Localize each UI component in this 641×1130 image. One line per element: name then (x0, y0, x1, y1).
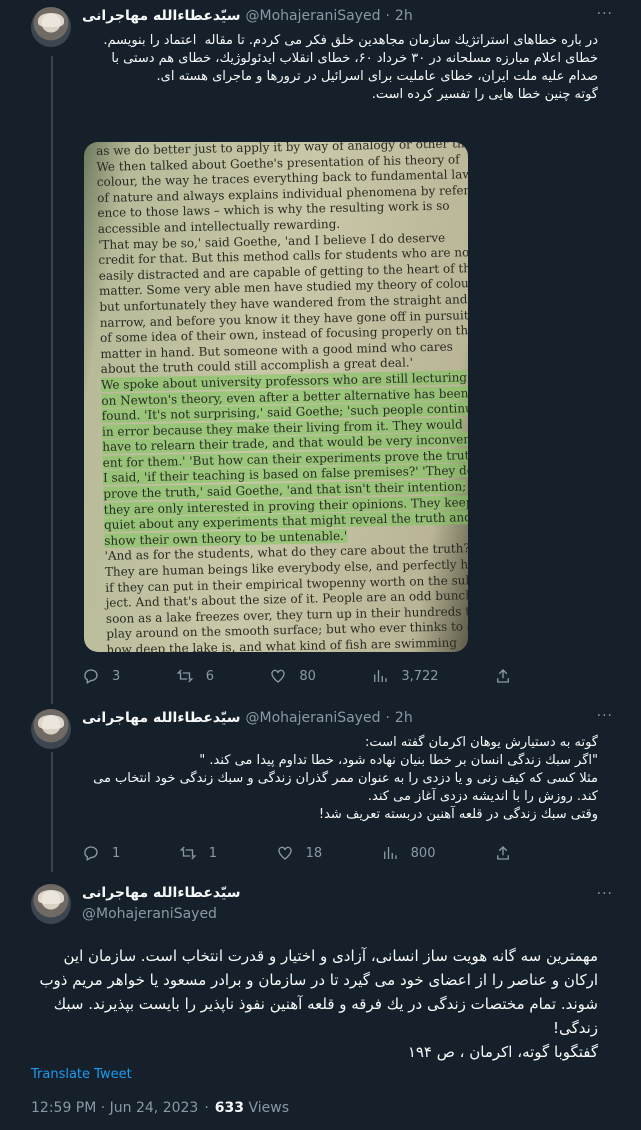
views-button[interactable]: 800 (381, 844, 436, 862)
like-count: 18 (305, 845, 323, 861)
tweet-text: در باره خطاهای استراتژیك سازمان مجاهدین … (103, 33, 598, 102)
avatar[interactable] (31, 884, 71, 924)
reply-icon (84, 846, 98, 861)
retweet-count: 1 (208, 845, 218, 861)
share-icon (497, 669, 509, 683)
tweet-text: گوته به دستیارش یوهان اكرمان گفته است: "… (93, 735, 598, 822)
tweet-photo[interactable]: as we do better just to apply it by way … (84, 142, 468, 652)
views-chart-icon (374, 670, 388, 682)
views-count: 800 (410, 845, 436, 861)
retweet-button[interactable]: 6 (176, 667, 214, 685)
retweet-count: 6 (205, 668, 214, 684)
author-name[interactable]: سیّدعطاءالله مهاجرانی (82, 710, 241, 726)
heart-icon (271, 669, 286, 683)
more-options-icon[interactable]: ··· (597, 6, 613, 22)
avatar[interactable] (31, 7, 71, 47)
share-icon (497, 846, 509, 860)
retweet-icon (179, 846, 197, 860)
translate-tweet-link[interactable]: Translate Tweet (31, 1067, 132, 1082)
tweet-meta: 12:59 PM · Jun 24, 2023 · 633 Views (31, 1100, 289, 1116)
separator: · (385, 710, 390, 726)
more-options-icon[interactable]: ··· (597, 708, 613, 724)
book-page-text: as we do better just to apply it by way … (96, 142, 468, 652)
retweet-icon (176, 669, 194, 683)
separator: · (385, 8, 390, 24)
author-handle[interactable]: @MohajeraniSayed (82, 906, 217, 922)
author-name[interactable]: سیّدعطاءالله مهاجرانی (82, 8, 241, 24)
tweet-timestamp[interactable]: 12:59 PM · Jun 24, 2023 (31, 1100, 198, 1116)
like-count: 80 (299, 668, 316, 684)
separator: · (204, 1100, 209, 1116)
views-stat[interactable]: 633 Views (215, 1100, 289, 1116)
views-button[interactable]: 3,722 (371, 667, 439, 685)
heart-icon (277, 846, 292, 860)
views-count: 633 (214, 1100, 245, 1116)
tweet-1[interactable]: سیّدعطاءالله مهاجرانی @MohajeraniSayed ·… (0, 0, 641, 700)
more-options-icon[interactable]: ··· (597, 886, 613, 902)
tweet-time[interactable]: 2h (395, 710, 413, 726)
views-chart-icon (383, 847, 397, 859)
like-button[interactable]: 80 (269, 667, 316, 685)
reply-count: 3 (112, 668, 121, 684)
tweet-text: مهمترین سه گانه هویت ساز انسانی، آزادی و… (39, 947, 598, 1061)
reply-icon (84, 669, 98, 684)
reply-button[interactable]: 3 (82, 667, 120, 685)
retweet-button[interactable]: 1 (179, 844, 217, 862)
avatar[interactable] (31, 709, 71, 749)
reply-count: 1 (112, 845, 121, 861)
reply-button[interactable]: 1 (82, 844, 120, 862)
tweet-time[interactable]: 2h (395, 8, 413, 24)
share-button[interactable] (494, 667, 512, 685)
tweet-2[interactable]: سیّدعطاءالله مهاجرانی @MohajeraniSayed ·… (0, 700, 641, 870)
share-button[interactable] (494, 844, 512, 862)
like-button[interactable]: 18 (276, 844, 323, 862)
author-name[interactable]: سیّدعطاءالله مهاجرانی (82, 885, 241, 901)
author-handle[interactable]: @MohajeraniSayed (246, 8, 381, 24)
views-count: 3,722 (401, 668, 439, 684)
author-handle[interactable]: @MohajeraniSayed (246, 710, 381, 726)
views-label: Views (248, 1100, 290, 1116)
